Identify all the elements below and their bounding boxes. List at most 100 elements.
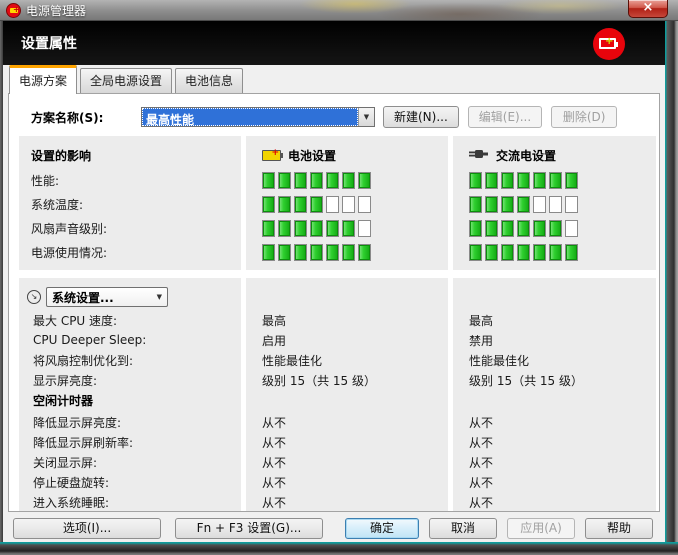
tab-power-scheme[interactable]: 电源方案 bbox=[9, 65, 77, 94]
level-segment bbox=[342, 172, 355, 189]
level-segment bbox=[533, 196, 546, 213]
fn-f3-settings-button[interactable]: Fn + F3 设置(G)... bbox=[175, 518, 323, 539]
ac-value: 从不 bbox=[469, 432, 656, 452]
system-settings-combobox[interactable]: 系统设置... ▼ bbox=[46, 287, 168, 307]
level-segment bbox=[469, 244, 482, 261]
ac-level-row bbox=[469, 168, 656, 192]
page-title: 设置属性 bbox=[21, 33, 77, 53]
battery-header-label: 电池设置 bbox=[288, 147, 336, 164]
level-bars bbox=[469, 220, 581, 237]
battery-level-row bbox=[262, 216, 448, 240]
level-segment bbox=[485, 172, 498, 189]
impact-row-label: 性能: bbox=[31, 168, 241, 192]
level-segment bbox=[549, 172, 562, 189]
level-segment bbox=[326, 220, 339, 237]
system-ac-values-panel: 最高禁用性能最佳化级别 15（共 15 级）从不从不从不从不从不从不 bbox=[453, 278, 656, 512]
level-segment bbox=[278, 244, 291, 261]
level-segment bbox=[501, 244, 514, 261]
help-button[interactable]: 帮助 bbox=[585, 518, 653, 539]
ac-value: 从不 bbox=[469, 472, 656, 492]
level-segment bbox=[294, 172, 307, 189]
tab-bar: 电源方案全局电源设置电池信息 bbox=[3, 65, 665, 93]
plus-glyph: + bbox=[271, 148, 279, 158]
ac-value: 性能最佳化 bbox=[469, 350, 656, 370]
level-segment bbox=[294, 196, 307, 213]
ac-level-row bbox=[469, 216, 656, 240]
battery-level-row bbox=[262, 240, 448, 264]
level-segment bbox=[262, 172, 275, 189]
idle-row-label: 进入系统睡眠: bbox=[33, 492, 241, 512]
level-segment bbox=[358, 196, 371, 213]
level-segment bbox=[294, 244, 307, 261]
level-bars bbox=[469, 244, 581, 261]
battery-value: 性能最佳化 bbox=[262, 350, 448, 370]
level-segment bbox=[565, 172, 578, 189]
close-button[interactable]: × bbox=[628, 0, 668, 18]
scheme-name-label: 方案名称(S): bbox=[31, 109, 141, 126]
level-segment bbox=[278, 220, 291, 237]
combobox-dropdown-button[interactable]: ▼ bbox=[358, 108, 374, 126]
level-segment bbox=[533, 244, 546, 261]
level-segment bbox=[342, 244, 355, 261]
app-battery-icon: + bbox=[6, 3, 21, 18]
tab-global-power-settings[interactable]: 全局电源设置 bbox=[80, 68, 172, 93]
battery-tip bbox=[281, 153, 283, 158]
level-segment bbox=[565, 196, 578, 213]
system-settings-value: 系统设置... bbox=[47, 289, 157, 306]
level-segment bbox=[501, 196, 514, 213]
system-row-label: 将风扇控制优化到: bbox=[33, 350, 241, 370]
impact-labels-panel: 设置的影响 性能:系统温度:风扇声音级别:电源使用情况: bbox=[19, 136, 241, 270]
titlebar[interactable]: + 电源管理器 × bbox=[0, 0, 678, 21]
level-segment bbox=[358, 220, 371, 237]
level-segment bbox=[517, 196, 530, 213]
level-segment bbox=[278, 196, 291, 213]
level-segment bbox=[565, 220, 578, 237]
level-segment bbox=[358, 172, 371, 189]
level-segment bbox=[517, 172, 530, 189]
idle-row-label: 降低显示屏亮度: bbox=[33, 412, 241, 432]
edit-scheme-button: 编辑(E)... bbox=[468, 106, 542, 128]
tab-battery-info[interactable]: 电池信息 bbox=[175, 68, 243, 93]
settings-header-band: 设置属性 + bbox=[3, 21, 665, 65]
idle-row-label: 关闭显示屏: bbox=[33, 452, 241, 472]
ok-button[interactable]: 确定 bbox=[345, 518, 419, 539]
system-row-label: CPU Deeper Sleep: bbox=[33, 330, 241, 350]
impact-band: 设置的影响 性能:系统温度:风扇声音级别:电源使用情况: + 电池设置 bbox=[19, 136, 659, 270]
circular-arrow-icon[interactable]: ↘ bbox=[27, 290, 41, 304]
level-segment bbox=[310, 220, 323, 237]
level-segment bbox=[469, 172, 482, 189]
level-segment bbox=[262, 244, 275, 261]
system-settings-selector-row: ↘ 系统设置... ▼ bbox=[27, 284, 241, 310]
battery-tip bbox=[616, 42, 618, 47]
ac-level-row bbox=[469, 240, 656, 264]
plus-glyph: + bbox=[13, 5, 20, 15]
spacer bbox=[262, 390, 448, 412]
level-segment bbox=[342, 220, 355, 237]
chevron-down-icon: ▼ bbox=[364, 113, 369, 121]
system-battery-values-panel: 最高启用性能最佳化级别 15（共 15 级）从不从不从不从不从不从不 bbox=[246, 278, 448, 512]
battery-icon: + bbox=[262, 150, 281, 161]
battery-value: 从不 bbox=[262, 472, 448, 492]
level-segment bbox=[549, 220, 562, 237]
cancel-button[interactable]: 取消 bbox=[429, 518, 497, 539]
level-segment bbox=[310, 172, 323, 189]
window-border-right bbox=[665, 21, 678, 555]
impact-title: 设置的影响 bbox=[31, 142, 241, 168]
system-row-label: 显示屏亮度: bbox=[33, 370, 241, 390]
level-segment bbox=[517, 220, 530, 237]
battery-level-row bbox=[262, 192, 448, 216]
ac-value: 从不 bbox=[469, 452, 656, 472]
idle-row-label: 停止硬盘旋转: bbox=[33, 472, 241, 492]
battery-level-row bbox=[262, 168, 448, 192]
scheme-buttons: 新建(N)...编辑(E)...删除(D) bbox=[383, 106, 626, 128]
power-manager-logo-icon: + bbox=[593, 28, 625, 60]
level-segment bbox=[326, 172, 339, 189]
scheme-name-combobox[interactable]: 最高性能 ▼ bbox=[141, 107, 375, 127]
idle-timers-title: 空闲计时器 bbox=[33, 390, 241, 412]
level-segment bbox=[565, 244, 578, 261]
level-segment bbox=[533, 172, 546, 189]
new-scheme-button[interactable]: 新建(N)... bbox=[383, 106, 459, 128]
options-button[interactable]: 选项(I)... bbox=[13, 518, 161, 539]
ac-settings-panel: 交流电设置 bbox=[453, 136, 656, 270]
level-segment bbox=[485, 196, 498, 213]
